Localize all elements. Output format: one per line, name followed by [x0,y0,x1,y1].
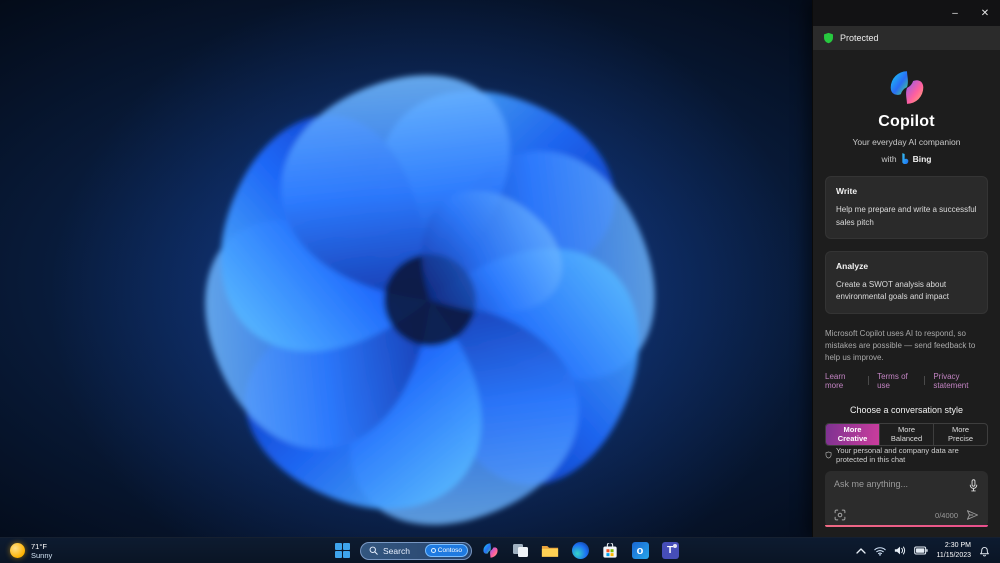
bing-icon [901,153,908,165]
task-view-icon [512,544,528,557]
copilot-title: Copilot [878,113,935,131]
link-divider [924,376,926,386]
learn-more-link[interactable]: Learn more [825,372,860,390]
weather-condition: Sunny [31,550,53,560]
file-explorer-icon [541,546,559,557]
speaker-icon[interactable] [894,545,906,556]
copilot-body: Copilot Your everyday AI companion with … [813,50,1000,537]
suggestion-category: Analyze [836,260,869,271]
style-more-creative[interactable]: More Creative [826,423,879,445]
with-prefix: with [881,153,897,164]
with-bing-line: with Bing [881,153,932,165]
windows-logo-icon [334,543,350,558]
suggestion-text: Create a SWOT analysis about environment… [836,279,949,302]
conversation-style-title: Choose a conversation style [849,404,964,415]
weather-widget[interactable]: 71°F Sunny [0,542,52,560]
style-more-precise[interactable]: More Precise [933,423,987,445]
teams-icon: T [661,542,679,559]
suggestion-category: Write [836,186,858,197]
bing-label: Bing [912,153,932,164]
wifi-icon[interactable] [874,546,887,556]
taskbar: 71°F Sunny Search Contoso o T 2:30 PM 11… [0,537,1000,563]
char-counter: 0/4000 [935,510,958,520]
contoso-badge[interactable]: Contoso [424,544,468,557]
shield-outline-icon [825,451,832,459]
shield-icon [824,32,833,44]
clock-date: 11/15/2023 [936,551,971,559]
search-label: Search [383,545,410,556]
task-view-button[interactable] [508,539,532,563]
taskbar-copilot-button[interactable] [478,539,502,563]
privacy-note-text: Your personal and company data are prote… [836,446,959,464]
desktop: – ✕ Protected Copilot Your everyday AI c… [0,0,1000,563]
privacy-statement-link[interactable]: Privacy statement [933,372,988,390]
microphone-icon[interactable] [968,479,979,492]
teams-button[interactable]: T [658,539,682,563]
start-button[interactable] [330,539,354,563]
suggestion-text: Help me prepare and write a successful s… [836,205,977,227]
clock-time: 2:30 PM [944,542,971,550]
terms-of-use-link[interactable]: Terms of use [877,372,916,390]
outlook-button[interactable]: o [628,539,652,563]
copilot-titlebar: – ✕ [813,0,1000,26]
add-screenshot-icon[interactable] [834,509,846,521]
search-icon [369,546,378,555]
taskbar-center: Search Contoso o T [330,538,682,563]
link-divider [868,376,870,386]
copilot-logo-icon [890,71,923,104]
privacy-note: Your personal and company data are prote… [825,446,988,464]
outlook-icon: o [631,542,649,559]
system-tray: 2:30 PM 11/15/2023 [856,541,1000,559]
copilot-icon [482,543,498,558]
chevron-up-icon[interactable] [856,547,867,554]
microsoft-store-button[interactable] [598,539,622,563]
clock[interactable]: 2:30 PM 11/15/2023 [936,541,971,559]
chat-input-area: Your personal and company data are prote… [825,446,988,527]
contoso-badge-label: Contoso [437,547,462,554]
sunny-weather-icon [10,543,25,558]
legal-links: Learn more Terms of use Privacy statemen… [825,372,988,390]
conversation-style-selector: More Creative More Balanced More Precise [825,422,988,446]
edge-button[interactable] [568,539,592,563]
protected-label: Protected [840,33,879,43]
file-explorer-button[interactable] [538,539,562,563]
edge-icon [571,542,589,559]
microsoft-store-icon [603,542,617,558]
close-button[interactable]: ✕ [970,0,1000,26]
copilot-subtitle: Your everyday AI companion [852,137,961,148]
battery-icon[interactable] [914,546,929,555]
ai-disclaimer: Microsoft Copilot uses AI to respond, so… [825,328,976,362]
protected-banner: Protected [813,26,1000,50]
weather-temperature: 71°F [31,541,47,551]
chat-input-box[interactable]: 0/4000 [825,471,988,527]
contoso-logo-icon [430,548,436,553]
suggestion-card-analyze[interactable]: Analyze Create a SWOT analysis about env… [825,250,988,314]
suggestion-card-write[interactable]: Write Help me prepare and write a succes… [825,176,988,239]
send-icon[interactable] [966,509,979,521]
ask-input[interactable] [834,479,968,489]
minimize-button[interactable]: – [940,0,970,26]
search-box[interactable]: Search Contoso [360,541,472,560]
copilot-panel: – ✕ Protected Copilot Your everyday AI c… [812,0,1000,537]
style-more-balanced[interactable]: More Balanced [879,423,933,445]
bell-icon[interactable] [979,545,990,557]
input-accent-underline [825,525,988,527]
